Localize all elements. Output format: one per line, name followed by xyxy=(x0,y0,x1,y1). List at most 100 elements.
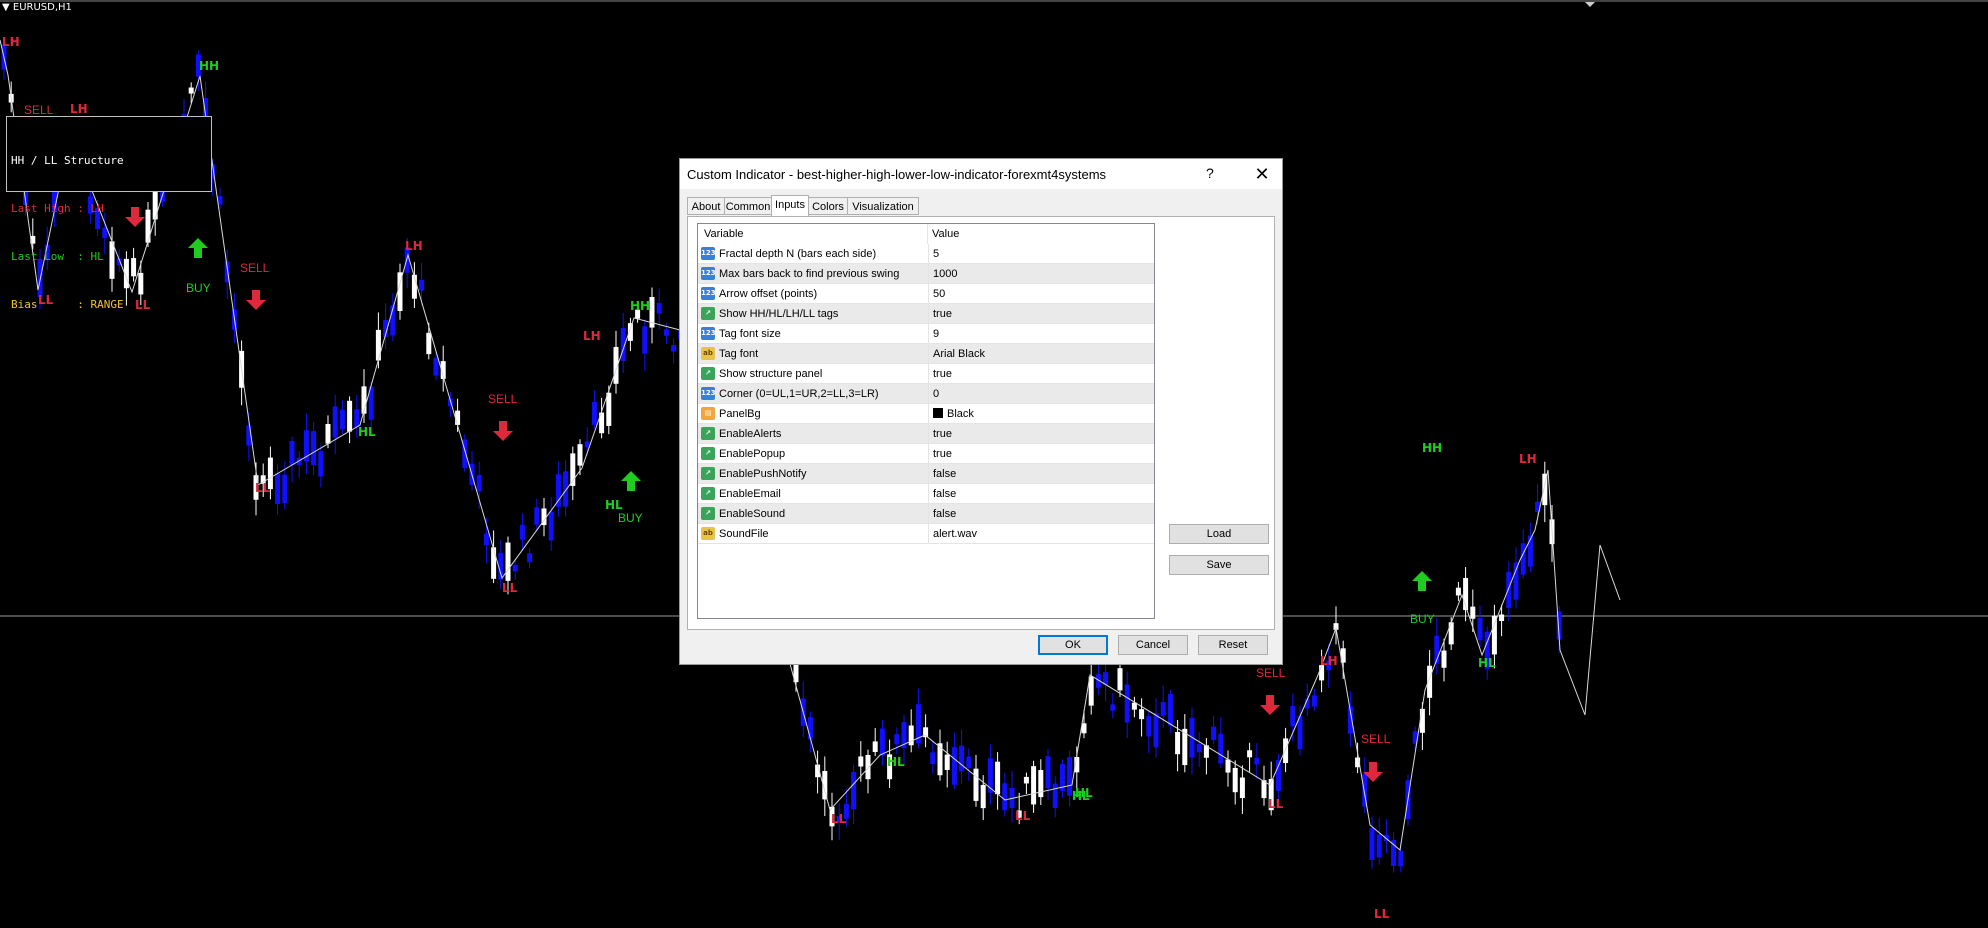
column-header-variable[interactable]: Variable xyxy=(704,228,744,240)
candle-body xyxy=(527,553,533,563)
param-row[interactable]: 123 Corner (0=UL,1=UR,2=LL,3=LR) 0 xyxy=(698,384,1154,404)
ok-button[interactable]: OK xyxy=(1038,635,1108,655)
candle-body xyxy=(656,303,662,314)
structure-tag: LL xyxy=(502,581,518,595)
param-value-text: 5 xyxy=(933,248,940,260)
candle-body xyxy=(1369,828,1375,861)
param-value[interactable]: alert.wav xyxy=(928,524,977,543)
param-value[interactable]: true xyxy=(928,444,952,463)
param-value[interactable]: 1000 xyxy=(928,264,957,283)
reset-button[interactable]: Reset xyxy=(1198,635,1268,655)
param-value[interactable]: Black xyxy=(928,404,974,423)
candle-body xyxy=(1499,614,1505,621)
sell-label: SELL xyxy=(240,261,270,275)
candle-body xyxy=(807,717,813,740)
param-row[interactable]: ↗ EnableAlerts true xyxy=(698,424,1154,444)
param-row[interactable]: ↗ Show structure panel true xyxy=(698,364,1154,384)
param-row[interactable]: 123 Tag font size 9 xyxy=(698,324,1154,344)
candle-body xyxy=(1146,715,1152,737)
structure-tag: LH xyxy=(70,102,88,116)
boolean-type-icon: ↗ xyxy=(701,467,715,480)
candle-body xyxy=(1052,783,1058,809)
param-value-text: 0 xyxy=(933,388,940,400)
color-swatch xyxy=(933,408,943,418)
candle-body xyxy=(606,392,612,426)
param-value[interactable]: 5 xyxy=(928,244,939,263)
candle-body xyxy=(865,754,871,780)
tab-about[interactable]: About xyxy=(687,197,725,215)
candle-body xyxy=(347,400,353,432)
tab-inputs[interactable]: Inputs xyxy=(771,195,809,217)
param-name: EnableSound xyxy=(719,508,786,520)
close-button[interactable]: ✕ xyxy=(1250,162,1274,186)
param-row[interactable]: ▤ PanelBg Black xyxy=(698,404,1154,424)
param-value-text: 50 xyxy=(933,288,946,300)
param-value-text: true xyxy=(933,308,952,320)
candle-body xyxy=(1110,704,1116,711)
param-value-text: true xyxy=(933,428,952,440)
candle-body xyxy=(483,533,489,546)
candle-body xyxy=(1023,776,1029,784)
param-name: EnableEmail xyxy=(719,488,781,500)
param-value-text: Arial Black xyxy=(933,348,985,360)
candle-body xyxy=(1196,743,1202,753)
structure-tag: LL xyxy=(1374,907,1390,921)
tab-colors[interactable]: Colors xyxy=(808,197,848,215)
candle-body xyxy=(318,451,324,477)
param-value[interactable]: 9 xyxy=(928,324,939,343)
candle-body xyxy=(1477,617,1483,641)
candle-body xyxy=(1391,839,1397,866)
candle-body xyxy=(944,754,950,770)
dropdown-triangle-icon[interactable]: ▼ xyxy=(2,2,10,13)
param-row[interactable]: ↗ EnablePopup true xyxy=(698,444,1154,464)
tab-common[interactable]: Common xyxy=(724,197,772,215)
candle-body xyxy=(1139,709,1145,720)
param-value[interactable]: false xyxy=(928,464,956,483)
param-row[interactable]: ↗ EnableSound false xyxy=(698,504,1154,524)
param-value-text: true xyxy=(933,368,952,380)
structure-panel: HH / LL Structure Last High : LH Last Lo… xyxy=(6,116,212,311)
structure-tag: LL xyxy=(1268,797,1284,811)
param-value[interactable]: false xyxy=(928,504,956,523)
param-row[interactable]: 123 Max bars back to find previous swing 1… xyxy=(698,264,1154,284)
param-value[interactable]: false xyxy=(928,484,956,503)
dialog-titlebar[interactable]: Custom Indicator - best-higher-high-lowe… xyxy=(680,159,1282,189)
param-value[interactable]: 50 xyxy=(928,284,945,303)
candle-body xyxy=(995,761,1001,795)
param-row[interactable]: ↗ EnablePushNotify false xyxy=(698,464,1154,484)
sell-label: SELL xyxy=(1256,666,1286,680)
param-value[interactable]: true xyxy=(928,424,952,443)
param-row[interactable]: 123 Fractal depth N (bars each side) 5 xyxy=(698,244,1154,264)
candle-body xyxy=(1247,750,1253,758)
param-value[interactable]: 0 xyxy=(928,384,939,403)
param-value-text: false xyxy=(933,468,957,480)
custom-indicator-dialog: Custom Indicator - best-higher-high-lowe… xyxy=(679,158,1283,665)
param-value[interactable]: true xyxy=(928,364,952,383)
candle-body xyxy=(275,473,281,505)
param-row[interactable]: ↗ Show HH/HL/LH/LL tags true xyxy=(698,304,1154,324)
param-value-text: false xyxy=(933,508,957,520)
load-button[interactable]: Load xyxy=(1169,524,1269,544)
help-button[interactable]: ? xyxy=(1206,165,1214,181)
tab-visualization[interactable]: Visualization xyxy=(847,197,919,215)
panel-last-low: Last Low : HL xyxy=(11,250,104,263)
candle-body xyxy=(1153,713,1159,748)
param-row[interactable]: ab Tag font Arial Black xyxy=(698,344,1154,364)
structure-tag: LL xyxy=(1015,809,1031,823)
param-row[interactable]: ab SoundFile alert.wav xyxy=(698,524,1154,544)
cancel-button[interactable]: Cancel xyxy=(1118,635,1188,655)
param-name: EnablePopup xyxy=(719,448,786,460)
param-value[interactable]: true xyxy=(928,304,952,323)
param-row[interactable]: 123 Arrow offset (points) 50 xyxy=(698,284,1154,304)
param-name: Corner (0=UL,1=UR,2=LL,3=LR) xyxy=(719,388,879,400)
param-value[interactable]: Arial Black xyxy=(928,344,985,363)
candle-body xyxy=(519,524,525,540)
candle-body xyxy=(476,474,482,492)
save-button[interactable]: Save xyxy=(1169,555,1269,575)
param-name: Tag font size xyxy=(719,328,781,340)
inputs-grid[interactable]: Variable Value 123 Fractal depth N (bars … xyxy=(697,223,1155,619)
structure-tag: LH xyxy=(583,329,601,343)
sell-label: SELL xyxy=(24,103,54,117)
column-header-value[interactable]: Value xyxy=(932,228,959,240)
param-row[interactable]: ↗ EnableEmail false xyxy=(698,484,1154,504)
